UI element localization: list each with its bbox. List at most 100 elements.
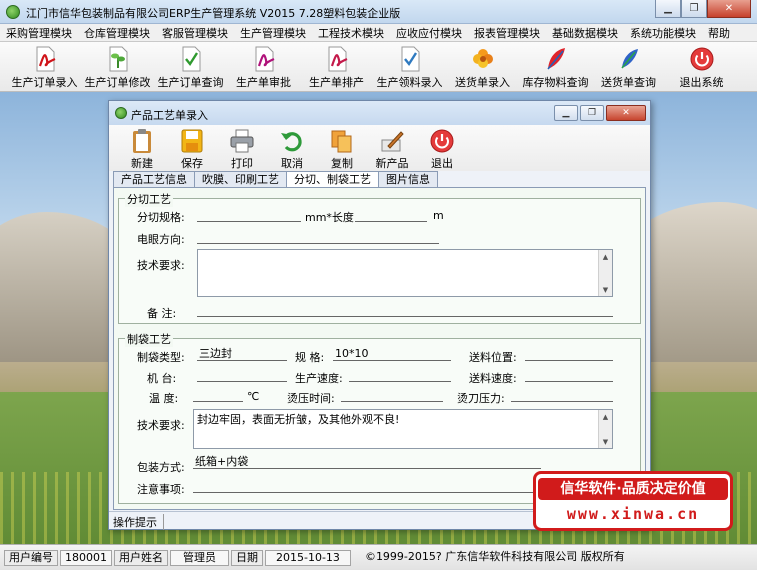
flower-icon: [470, 46, 496, 72]
cut-tech-requirement-label: 技术要求:: [137, 259, 185, 272]
menu-warehouse[interactable]: 仓库管理模块: [84, 25, 150, 41]
child-window-title: 产品工艺单录入: [131, 109, 208, 122]
menu-help[interactable]: 帮助: [708, 25, 730, 41]
pen-icon: [379, 127, 405, 155]
menu-reports[interactable]: 报表管理模块: [474, 25, 540, 41]
group-title: 制袋工艺: [125, 331, 173, 347]
bag-type-label: 制袋类型:: [137, 351, 185, 364]
temperature-label: 温 度:: [149, 392, 179, 405]
cancel-button[interactable]: 取消: [267, 125, 317, 171]
doc-check-icon: [397, 46, 423, 72]
banner-slogan: 信华软件·品质决定价值: [538, 478, 728, 500]
product-process-window: 产品工艺单录入 ▁ ❐ ✕ 新建 保存 打印 取消 复制 新产品 退出 产品工艺…: [108, 100, 651, 530]
exit-icon: [429, 127, 455, 155]
toolbar-exit-system[interactable]: 退出系统: [665, 42, 738, 92]
cut-tech-requirement-textarea[interactable]: ▲ ▼: [197, 249, 613, 297]
operation-hint: 操作提示: [113, 514, 164, 530]
new-button[interactable]: 新建: [117, 125, 167, 171]
restore-button[interactable]: ❐: [681, 0, 707, 18]
tab-strip: 产品工艺信息 吹膜、印刷工艺 分切、制袋工艺 图片信息: [113, 171, 438, 189]
cut-spec-field[interactable]: [197, 208, 301, 222]
cutting-process-group: 分切工艺 分切规格: mm*长度 m 电眼方向: 技术要求: ▲ ▼ 备 注:: [118, 191, 641, 324]
toolbar-material-requisition[interactable]: 生产领料录入: [373, 42, 446, 92]
exit-button[interactable]: 退出: [417, 125, 467, 171]
bag-type-field[interactable]: 三边封: [197, 347, 287, 361]
pdf-doc-icon: [32, 46, 58, 72]
production-speed-field[interactable]: [349, 368, 451, 382]
temperature-field[interactable]: [193, 388, 243, 402]
scroll-down-icon[interactable]: ▼: [600, 436, 611, 447]
new-product-button[interactable]: 新产品: [367, 125, 417, 171]
m-unit-label: m: [433, 209, 444, 222]
bag-spec-label: 规 格:: [295, 351, 325, 364]
menu-bar: 采购管理模块 仓库管理模块 客服管理模块 生产管理模块 工程技术模块 应收应付模…: [0, 24, 757, 42]
packaging-method-field[interactable]: 纸箱+内袋: [193, 455, 541, 469]
child-minimize-button[interactable]: ▁: [554, 105, 578, 121]
toolbar-production-order-edit[interactable]: 生产订单修改: [81, 42, 154, 92]
child-restore-button[interactable]: ❐: [580, 105, 604, 121]
window-app-icon: [115, 107, 127, 119]
menu-engineering[interactable]: 工程技术模块: [318, 25, 384, 41]
minimize-button[interactable]: ▁: [655, 0, 681, 18]
toolbar-production-approval[interactable]: 生产单审批: [227, 42, 300, 92]
bag-tech-requirement-label: 技术要求:: [137, 419, 185, 432]
feather-icon: [543, 46, 569, 72]
menu-purchase[interactable]: 采购管理模块: [6, 25, 72, 41]
bag-tech-requirement-textarea[interactable]: 封边牢固，表面无折皱，及其他外观不良! ▲ ▼: [193, 409, 613, 449]
copy-button[interactable]: 复制: [317, 125, 367, 171]
scroll-up-icon[interactable]: ▲: [600, 411, 611, 422]
save-button[interactable]: 保存: [167, 125, 217, 171]
quill-icon: [616, 46, 642, 72]
clipboard-icon: [129, 127, 155, 155]
user-name-label: 用户姓名: [114, 549, 168, 566]
window-title: 江门市信华包装制品有限公司ERP生产管理系统 V2015 7.28塑料包装企业版: [26, 7, 401, 20]
user-name-value: 管理员: [170, 549, 229, 566]
cut-remark-field[interactable]: [197, 303, 613, 317]
app-logo-icon: [6, 5, 20, 19]
floppy-icon: [179, 127, 205, 155]
toolbar-delivery-entry[interactable]: 送货单录入: [446, 42, 519, 92]
press-time-field[interactable]: [341, 388, 443, 402]
window-titlebar[interactable]: 江门市信华包装制品有限公司ERP生产管理系统 V2015 7.28塑料包装企业版…: [0, 0, 757, 24]
tab-film-printing[interactable]: 吹膜、印刷工艺: [194, 171, 287, 188]
notice-field[interactable]: [193, 479, 541, 493]
bag-tech-requirement-text: 封边牢固，表面无折皱，及其他外观不良!: [197, 413, 400, 426]
pdf-doc-icon: [324, 46, 350, 72]
feed-position-field[interactable]: [525, 347, 613, 361]
bag-spec-field[interactable]: 10*10: [333, 347, 451, 361]
status-bar: 用户编号 180001 用户姓名 管理员 日期 2015-10-13 ©1999…: [0, 544, 757, 570]
celsius-unit-label: ℃: [247, 390, 260, 403]
scrollbar[interactable]: ▲ ▼: [598, 250, 612, 296]
cut-spec-label: 分切规格:: [137, 211, 185, 224]
menu-customer-service[interactable]: 客服管理模块: [162, 25, 228, 41]
main-toolbar: 生产订单录入 生产订单修改 生产订单查询 生产单审批 生产单排产 生产领料录入 …: [0, 42, 757, 92]
child-close-button[interactable]: ✕: [606, 105, 646, 121]
close-icon: ✕: [622, 108, 630, 118]
feed-speed-field[interactable]: [525, 368, 613, 382]
knife-pressure-field[interactable]: [511, 388, 613, 402]
user-no-value: 180001: [60, 549, 112, 566]
copyright-text: ©1999-2015? 广东信华软件科技有限公司 版权所有: [364, 549, 625, 563]
child-titlebar[interactable]: 产品工艺单录入 ▁ ❐ ✕: [109, 101, 650, 125]
cut-length-field[interactable]: [355, 208, 427, 222]
menu-receivable-payable[interactable]: 应收应付模块: [396, 25, 462, 41]
toolbar-production-order-entry[interactable]: 生产订单录入: [8, 42, 81, 92]
child-toolbar: 新建 保存 打印 取消 复制 新产品 退出: [109, 125, 650, 171]
toolbar-production-schedule[interactable]: 生产单排产: [300, 42, 373, 92]
feed-speed-label: 送料速度:: [469, 372, 517, 385]
toolbar-inventory-query[interactable]: 库存物料查询: [519, 42, 592, 92]
close-button[interactable]: ✕: [707, 0, 751, 18]
tab-image-info[interactable]: 图片信息: [378, 171, 438, 188]
toolbar-delivery-query[interactable]: 送货单查询: [592, 42, 665, 92]
tab-product-process-info[interactable]: 产品工艺信息: [113, 171, 195, 188]
print-button[interactable]: 打印: [217, 125, 267, 171]
toolbar-production-order-query[interactable]: 生产订单查询: [154, 42, 227, 92]
machine-field[interactable]: [197, 368, 287, 382]
scrollbar[interactable]: ▲ ▼: [598, 410, 612, 448]
scroll-down-icon[interactable]: ▼: [600, 284, 611, 295]
corona-direction-field[interactable]: [197, 230, 439, 244]
menu-system[interactable]: 系统功能模块: [630, 25, 696, 41]
menu-production[interactable]: 生产管理模块: [240, 25, 306, 41]
menu-base-data[interactable]: 基础数据模块: [552, 25, 618, 41]
scroll-up-icon[interactable]: ▲: [600, 251, 611, 262]
